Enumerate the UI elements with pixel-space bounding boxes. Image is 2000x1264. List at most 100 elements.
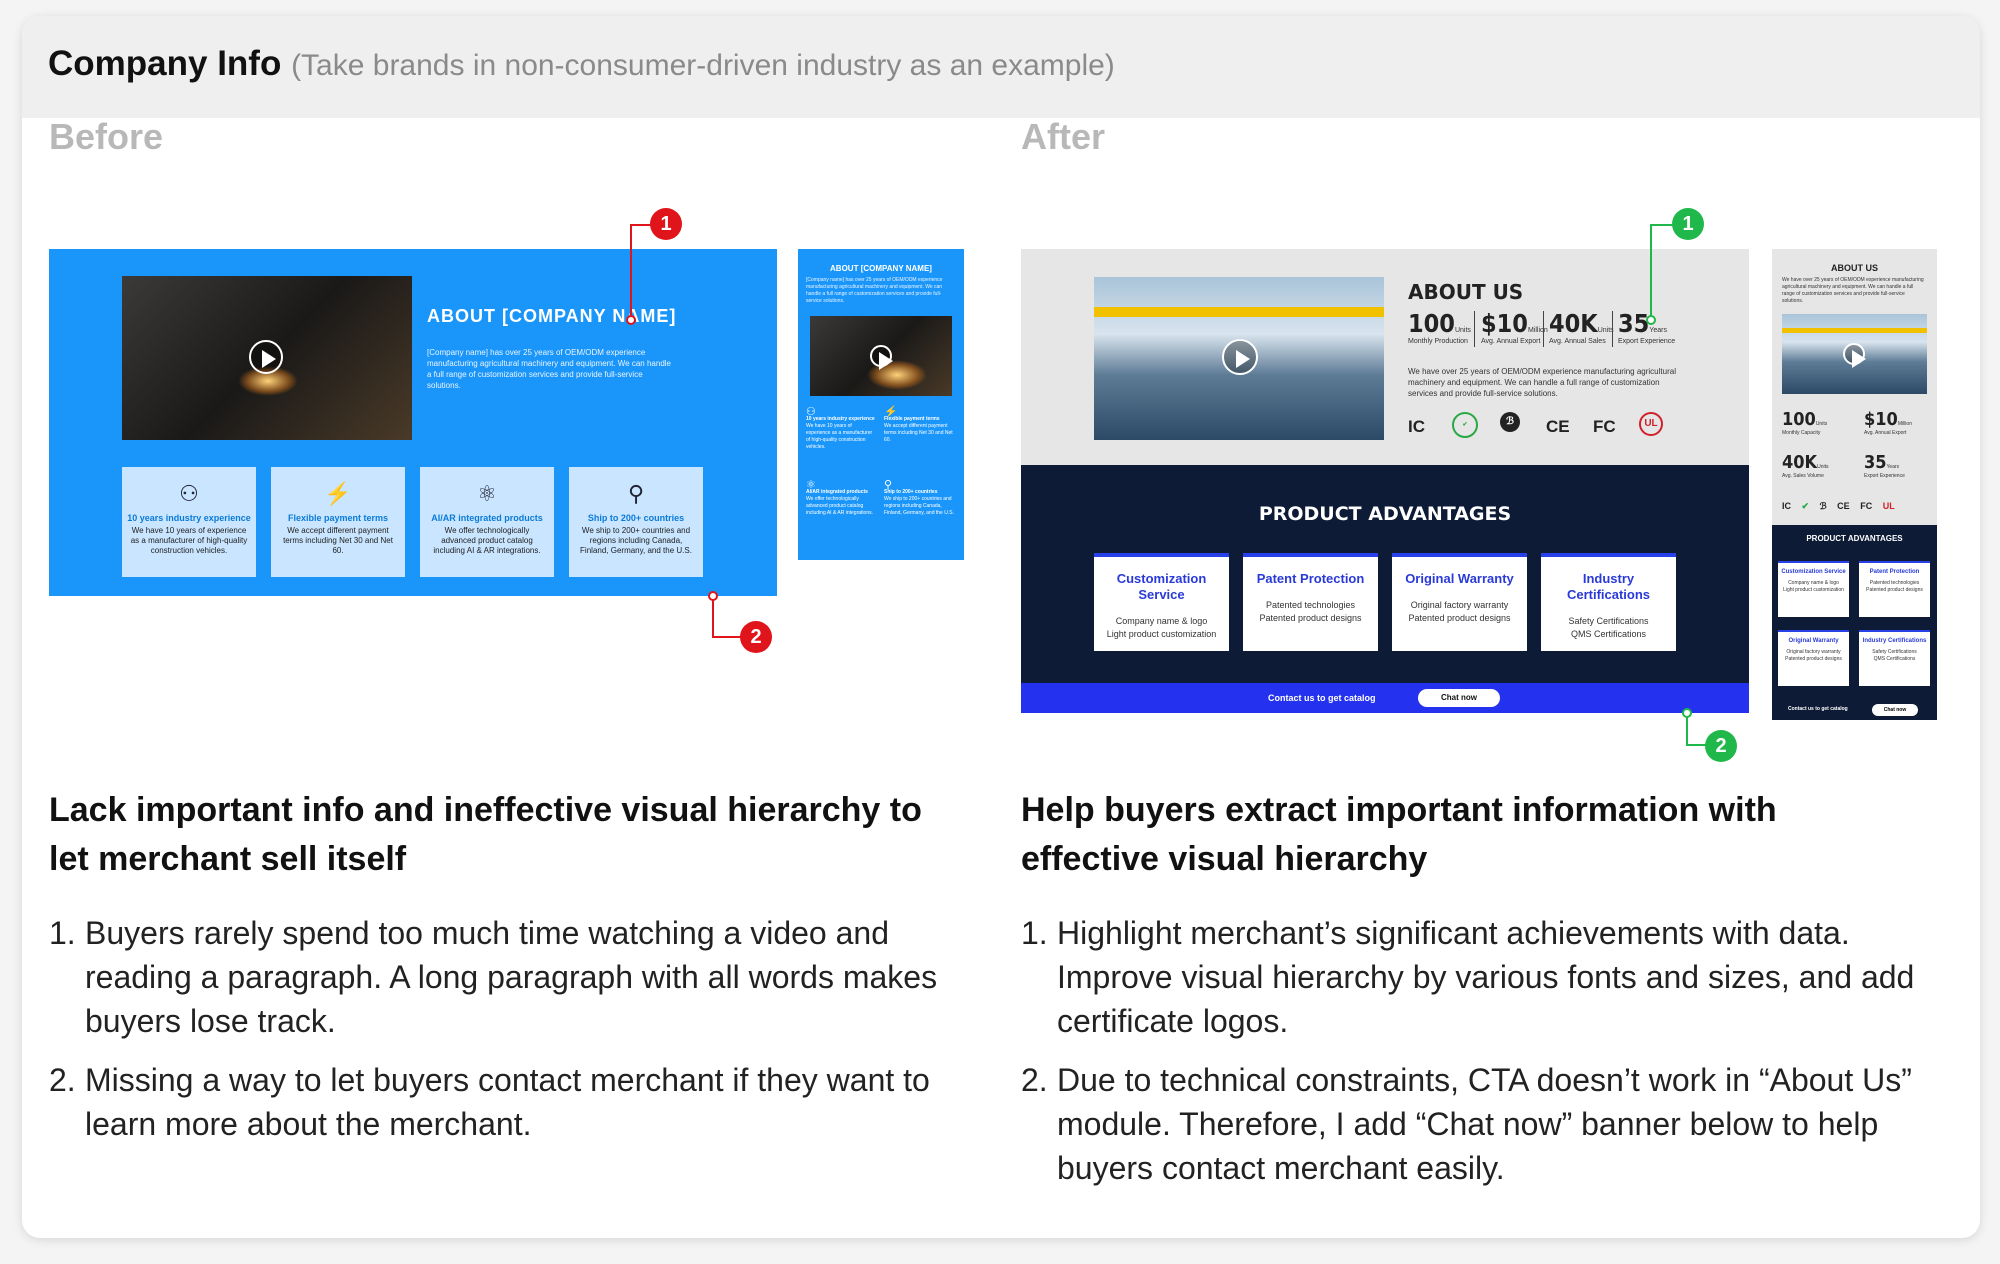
before-points: 1. Buyers rarely spend too much time watc… [49,911,969,1161]
feature-desc: We offer technologically advanced produc… [433,526,541,555]
advantage-card: Patent Protection Patented technologies Pa… [1243,553,1378,651]
ic-cert-icon: IC [1408,417,1425,436]
list-item: 2. Due to technical constraints, CTA does… [1021,1062,1912,1186]
advantages-title: PRODUCT ADVANTAGES [1258,503,1512,525]
after-video-thumbnail[interactable] [1094,277,1384,440]
mobile-advantages: PRODUCT ADVANTAGES Customization Service… [1772,525,1937,700]
cta-banner: Contact us to get catalog Chat now [1021,683,1749,713]
chat-now-button[interactable]: Chat now [1418,689,1500,707]
feature-card: ⚛ AI/AR integrated products We offer techn… [420,467,554,577]
mobile-stat: 40KUnits Avg. Sales Volume [1782,452,1829,479]
mobile-stat: $10Million Avg. Annual Export [1864,409,1912,436]
product-advantages-section: PRODUCT ADVANTAGES Customization Service… [1021,465,1749,683]
cta-text: Contact us to get catalog [1268,693,1376,703]
before-about-text: [Company name] has over 25 years of OEM/… [427,348,671,390]
mobile-video[interactable] [1782,314,1927,394]
play-icon[interactable] [1843,343,1866,369]
feature-title: 10 years industry experience [127,513,251,523]
feature-card: ⚲ Ship to 200+ countries We ship to 200+ c… [569,467,703,577]
atom-icon: ⚛ [806,479,816,491]
list-item: 1. Highlight merchant’s significant achie… [1021,915,1915,1039]
after-about-text: We have over 25 years of OEM/ODM experie… [1408,367,1676,398]
marker-line [630,224,632,321]
stat-divider [1543,311,1544,347]
crane-beam [1094,307,1384,317]
marker-line [712,600,714,638]
mobile-advantage-card: Original Warranty Original factory warran… [1778,630,1849,686]
before-heading: Lack important info and ineffective visu… [49,791,922,878]
list-item: 1. Buyers rarely spend too much time watc… [49,915,938,1039]
before-mobile-mockup: ABOUT [COMPANY NAME] [Company name] has … [798,249,964,560]
before-mobile-video[interactable] [810,316,952,396]
marker-dot [1646,315,1656,325]
crane-beam [1782,328,1927,333]
annotation-marker-1: 1 [1672,208,1704,240]
marker-line [1650,224,1652,321]
bluetooth-cert-icon: ℬ [1500,412,1520,432]
advantage-card: Original Warranty Original factory warran… [1392,553,1527,651]
annotation-marker-2: 2 [1705,730,1737,762]
play-icon[interactable] [870,345,893,371]
mobile-feature: ⚛ AI/AR integrated products We offer techn… [806,479,876,517]
mobile-stat: 100Units Monthly Capacity [1782,409,1828,436]
feature-desc: We accept different payment terms includ… [283,526,393,555]
fc-cert-icon: FC [1593,417,1616,436]
mobile-chat-now-button[interactable]: Chat now [1872,704,1918,716]
before-video-thumbnail[interactable] [122,276,412,440]
before-mobile-about-text: [Company name] has over 25 years of OEM/… [806,277,943,304]
payment-icon: ⚡ [884,406,898,418]
feature-title: Flexible payment terms [287,513,389,523]
card-title: Company Info (Take brands in non-consume… [48,44,1115,83]
advantage-card: Customization Service Company name & logo… [1094,553,1229,651]
stat-divider [1474,311,1475,347]
after-points: 1. Highlight merchant’s significant achie… [1021,911,1941,1205]
mobile-feature: ⚡ Flexible payment terms We accept differe… [884,406,953,444]
mobile-cert-row: IC ✔ ℬ CE FC UL [1782,501,1895,511]
mobile-advantages-title: PRODUCT ADVANTAGES [1806,534,1903,543]
company-info-card: Company Info (Take brands in non-consume… [22,16,1980,1238]
before-label: Before [49,116,164,157]
before-desktop-mockup: ABOUT [COMPANY NAME] [Company name] has … [49,249,777,596]
card-header: Company Info (Take brands in non-consume… [22,16,1980,118]
mobile-cta-text: Contact us to get catalog [1788,706,1848,712]
play-icon[interactable] [1222,339,1258,375]
mobile-feature: ⚲ Ship to 200+ countries We ship to 200+ c… [884,479,954,517]
atom-icon: ⚛ [477,481,497,506]
mobile-advantage-card: Industry Certifications Safety Certificat… [1859,630,1930,686]
annotation-marker-2: 2 [740,621,772,653]
stat-item: $10Million Avg. Annual Export [1481,309,1548,345]
ce-cert-icon: CE [1546,417,1570,436]
after-mobile-mockup: ABOUT US We have over 25 years of OEM/OD… [1772,249,1937,720]
location-icon: ⚲ [884,479,893,491]
mobile-advantage-card: Patent Protection Patented technologies Pa… [1859,561,1930,617]
users-icon: ⚇ [806,406,816,418]
feature-title: Ship to 200+ countries [587,513,685,523]
card-subtitle: (Take brands in non-consumer-driven indu… [291,49,1115,82]
feature-desc: We ship to 200+ countries and regions in… [580,526,692,555]
stat-item: 100Units Monthly Production [1408,309,1471,345]
rohs-cert-icon: ✔ [1452,412,1478,438]
feature-card: ⚡ Flexible payment terms We accept differe… [271,467,405,577]
before-mobile-about-title: ABOUT [COMPANY NAME] [830,264,932,273]
location-icon: ⚲ [627,481,645,506]
marker-line [712,636,742,638]
stat-divider [1612,311,1613,347]
before-about-title: ABOUT [COMPANY NAME] [427,306,677,326]
mobile-cta-banner: Contact us to get catalog Chat now [1772,700,1937,720]
mobile-stat: 35Years Export Experience [1864,452,1905,479]
after-label: After [1021,116,1106,157]
marker-dot [1682,708,1692,718]
ul-cert-icon: UL [1639,412,1663,436]
play-icon[interactable] [249,340,283,374]
after-about-title: ABOUT US [1408,280,1524,304]
after-about-section: ABOUT US 100Units Monthly Production $10M… [1021,249,1749,465]
feature-card: ⚇ 10 years industry experience We have 10 … [122,467,256,577]
feature-title: AI/AR integrated products [431,513,543,523]
payment-icon: ⚡ [324,481,352,506]
marker-dot [626,315,636,325]
list-item: 2. Missing a way to let buyers contact me… [49,1062,930,1142]
marker-line [1686,716,1688,746]
stat-item: 35Years Export Experience [1618,309,1676,345]
users-icon: ⚇ [179,481,199,506]
feature-desc: We have 10 years of experience as a manu… [130,526,248,555]
